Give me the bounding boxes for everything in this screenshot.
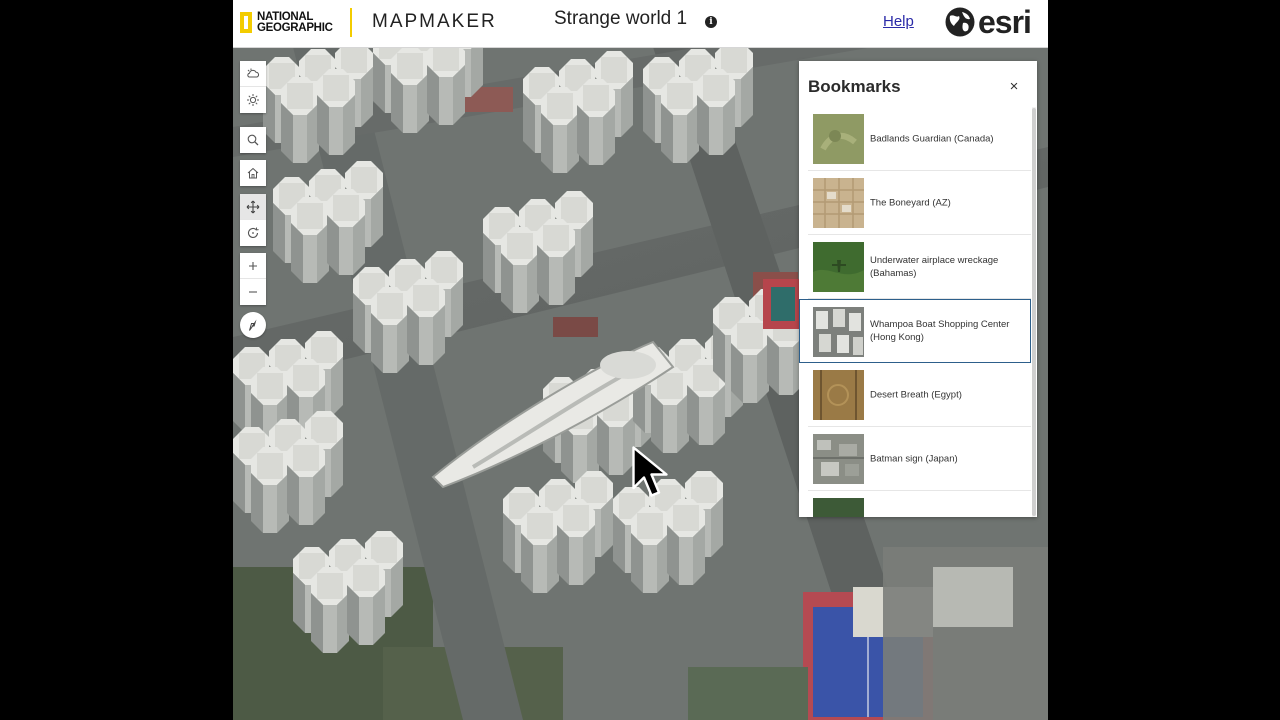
bookmark-label: Whampoa Boat Shopping Center (Hong Kong) (870, 319, 1010, 343)
bookmark-thumbnail (813, 114, 864, 164)
compass-button[interactable] (240, 312, 266, 338)
bookmark-item[interactable]: The Boneyard (AZ) (808, 171, 1031, 235)
bookmark-list: Badlands Guardian (Canada) The Boneyard … (799, 107, 1031, 517)
search-button[interactable] (240, 127, 266, 153)
map-title: Strange world 1 (554, 8, 688, 29)
info-icon[interactable]: i (705, 16, 717, 28)
bookmark-label: Badlands Guardian (Canada) (870, 133, 994, 144)
zoom-group (240, 253, 266, 305)
bookmark-thumbnail (813, 178, 864, 228)
daylight-button[interactable] (240, 87, 266, 113)
search-icon (247, 134, 259, 146)
pan-button[interactable] (240, 194, 266, 220)
vendor-name: esri (978, 4, 1032, 40)
weather-button[interactable] (240, 61, 266, 87)
home-icon (247, 167, 259, 179)
esri-logo[interactable]: esri (944, 4, 1032, 40)
bookmark-label: Underwater airplace wreckage (Bahamas) (870, 254, 999, 279)
zoom-in-icon (249, 261, 257, 270)
bookmark-thumbnail (813, 434, 864, 484)
bookmarks-title: Bookmarks (808, 77, 901, 96)
zoom-in-button[interactable] (240, 253, 266, 279)
bookmark-thumbnail (813, 307, 864, 357)
bookmark-item-selected[interactable]: Whampoa Boat Shopping Center (Hong Kong) (799, 299, 1031, 363)
bookmark-thumbnail (813, 498, 864, 517)
globe-icon (945, 7, 975, 37)
rotate-icon (247, 227, 259, 238)
bookmark-item[interactable]: Desert Breath (Egypt) (808, 363, 1031, 427)
home-button[interactable] (240, 160, 266, 186)
weather-icon (247, 68, 259, 77)
bookmark-thumbnail (813, 370, 864, 420)
daylight-icon (247, 94, 259, 106)
bookmarks-panel: Bookmarks × Badlands Guardian (Canada) T (799, 61, 1037, 517)
yellow-border-icon (240, 12, 252, 33)
compass-icon (249, 319, 257, 331)
bookmark-label: Desert Breath (Egypt) (870, 389, 962, 400)
search-group (240, 127, 266, 153)
bookmark-item[interactable]: Underwater airplace wreckage (Bahamas) (808, 235, 1031, 299)
bookmark-label: The Boneyard (AZ) (870, 197, 951, 208)
bookmark-item-partial[interactable] (808, 491, 1031, 517)
brand-line-2: GEOGRAPHIC (257, 21, 333, 34)
bookmark-thumbnail (813, 242, 864, 292)
help-link[interactable]: Help (883, 13, 914, 30)
zoom-out-button[interactable] (240, 279, 266, 305)
bookmark-label: Batman sign (Japan) (870, 453, 958, 464)
map-app: NATIONAL GEOGRAPHIC MAPMAKER Strange wor… (233, 0, 1048, 720)
app-header: NATIONAL GEOGRAPHIC MAPMAKER Strange wor… (233, 0, 1048, 48)
bookmark-item[interactable]: Badlands Guardian (Canada) (808, 107, 1031, 171)
national-geographic-logo[interactable]: NATIONAL GEOGRAPHIC (240, 9, 333, 36)
mouse-pointer-icon (632, 446, 668, 497)
rotate-button[interactable] (240, 220, 266, 246)
close-button[interactable]: × (1004, 77, 1024, 97)
zoom-out-icon (249, 291, 257, 293)
app-name: MAPMAKER (372, 11, 497, 32)
pan-icon (246, 200, 260, 213)
scrollbar-thumb[interactable] (1032, 108, 1036, 516)
map-settings-group (240, 61, 266, 113)
brand-text: NATIONAL GEOGRAPHIC (257, 10, 333, 34)
navigation-group (240, 194, 266, 246)
bookmark-item[interactable]: Batman sign (Japan) (808, 427, 1031, 491)
home-group (240, 160, 266, 186)
header-divider (350, 8, 352, 37)
brand-line-1: NATIONAL (257, 10, 314, 23)
